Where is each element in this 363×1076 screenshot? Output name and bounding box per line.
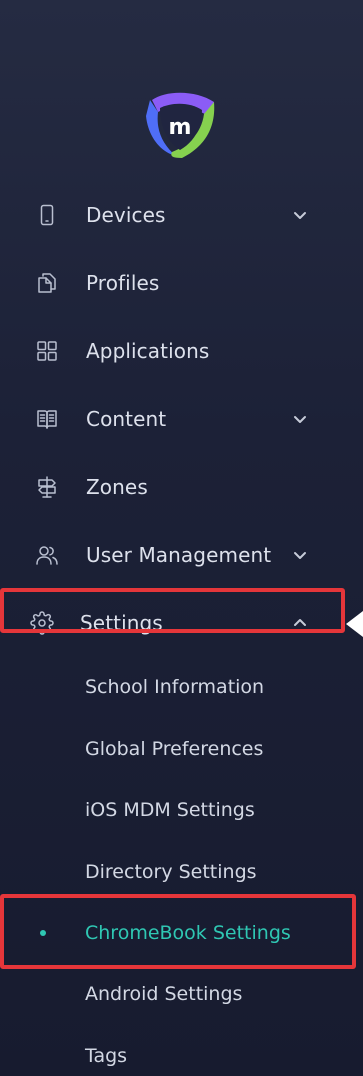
logo-shield-icon: m	[146, 92, 215, 158]
chevron-down-icon[interactable]	[291, 546, 309, 564]
signpost-icon	[34, 474, 60, 500]
submenu-item-school-information[interactable]: School Information	[0, 667, 363, 707]
submenu-item-android-settings[interactable]: Android Settings	[0, 974, 363, 1014]
chevron-down-icon[interactable]	[291, 410, 309, 428]
nav-label-user-management: User Management	[86, 543, 272, 567]
book-icon	[34, 406, 60, 432]
nav-item-devices[interactable]: Devices	[0, 193, 363, 237]
nav-label-devices: Devices	[86, 203, 166, 227]
submenu-item-directory-settings[interactable]: Directory Settings	[0, 852, 363, 892]
collapse-pointer-tab[interactable]	[346, 611, 363, 637]
app-logo[interactable]: m	[142, 86, 218, 162]
nav-label-settings: Settings	[80, 611, 163, 635]
profiles-icon	[34, 270, 60, 296]
nav-item-zones[interactable]: Zones	[0, 465, 363, 509]
gear-icon	[29, 610, 55, 636]
submenu-item-tags[interactable]: Tags	[0, 1036, 363, 1076]
users-icon	[34, 542, 60, 568]
submenu-label: Directory Settings	[85, 861, 257, 883]
submenu-label: Tags	[85, 1045, 128, 1067]
nav-label-applications: Applications	[86, 339, 210, 363]
device-phone-icon	[34, 202, 60, 228]
submenu-item-global-preferences[interactable]: Global Preferences	[0, 729, 363, 769]
logo-letter: m	[169, 115, 192, 140]
nav-item-applications[interactable]: Applications	[0, 329, 363, 373]
nav-item-settings[interactable]: Settings	[0, 601, 363, 645]
submenu-label: iOS MDM Settings	[85, 799, 255, 821]
nav-label-zones: Zones	[86, 475, 148, 499]
nav-item-profiles[interactable]: Profiles	[0, 261, 363, 305]
submenu-item-ios-mdm-settings[interactable]: iOS MDM Settings	[0, 790, 363, 830]
submenu-item-chromebook-settings[interactable]: ChromeBook Settings	[0, 913, 363, 953]
nav-label-profiles: Profiles	[86, 271, 160, 295]
nav-label-content: Content	[86, 407, 167, 431]
nav-item-content[interactable]: Content	[0, 397, 363, 441]
apps-grid-icon	[34, 338, 60, 364]
chevron-down-icon[interactable]	[291, 206, 309, 224]
submenu-label: Global Preferences	[85, 738, 264, 760]
chevron-up-icon[interactable]	[291, 614, 309, 632]
submenu-label: School Information	[85, 676, 265, 698]
submenu-label-active: ChromeBook Settings	[85, 922, 291, 944]
active-dot-icon	[40, 930, 46, 936]
submenu-label: Android Settings	[85, 983, 243, 1005]
nav-item-user-management[interactable]: User Management	[0, 533, 363, 577]
